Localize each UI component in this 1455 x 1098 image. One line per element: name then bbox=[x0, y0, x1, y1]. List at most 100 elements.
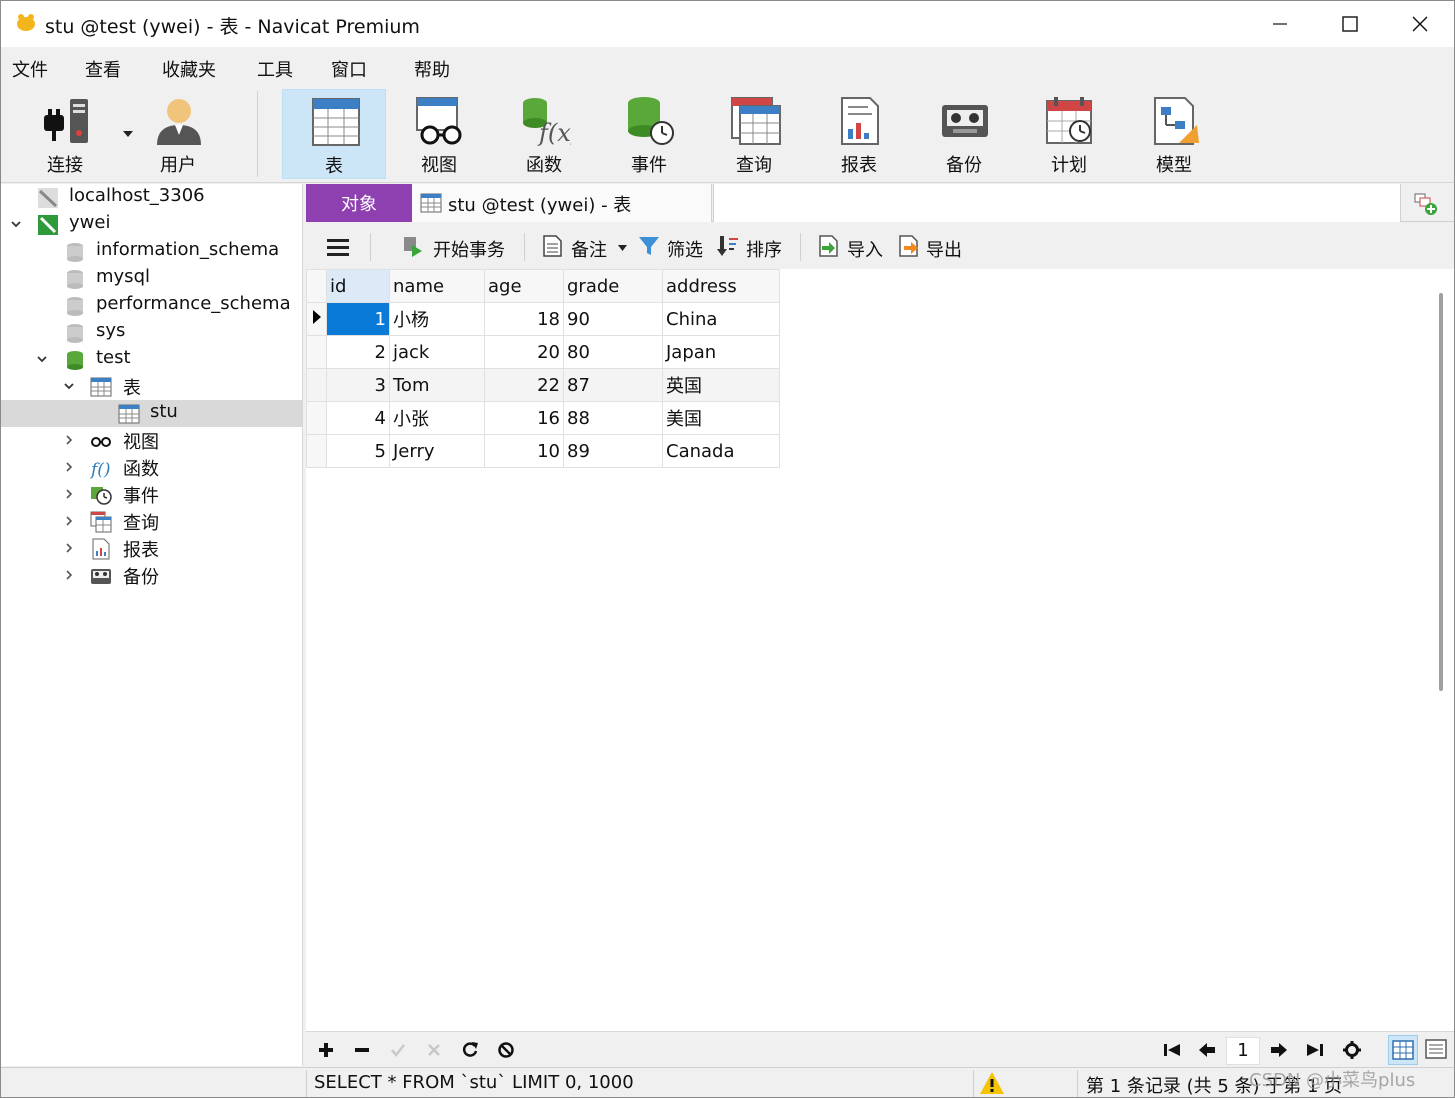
row-indicator[interactable] bbox=[306, 302, 327, 336]
grid-cell-age[interactable]: 18 bbox=[484, 302, 564, 336]
chevron-right-icon[interactable] bbox=[64, 462, 74, 472]
grid-cell-id[interactable]: 4 bbox=[326, 401, 390, 435]
table-button[interactable]: 表 bbox=[282, 89, 386, 179]
grid-cell-grade[interactable]: 80 bbox=[563, 335, 663, 369]
memo-button[interactable]: 备注 bbox=[571, 236, 607, 262]
grid-cell-grade[interactable]: 89 bbox=[563, 434, 663, 468]
maximize-button[interactable] bbox=[1315, 1, 1385, 47]
chevron-right-icon[interactable] bbox=[64, 489, 74, 499]
grid-cell-age[interactable]: 20 bbox=[484, 335, 564, 369]
backup-button[interactable]: 备份 bbox=[912, 89, 1016, 179]
table-row[interactable]: 3 Tom 22 87 英国 bbox=[306, 368, 780, 402]
user-button[interactable]: 用户 bbox=[126, 89, 230, 179]
sort-button[interactable]: 排序 bbox=[746, 236, 782, 262]
chevron-down-icon[interactable] bbox=[37, 354, 47, 364]
tab-stu-table[interactable]: stu @test (ywei) - 表 bbox=[412, 184, 712, 222]
view-button[interactable]: 视图 bbox=[387, 89, 491, 179]
grid-cell-age[interactable]: 16 bbox=[484, 401, 564, 435]
table-row[interactable]: 5 Jerry 10 89 Canada bbox=[306, 434, 780, 468]
table-row[interactable]: 1 小杨 18 90 China bbox=[306, 302, 780, 336]
grid-cell-name[interactable]: 小杨 bbox=[389, 302, 485, 336]
stop-button[interactable] bbox=[494, 1038, 518, 1062]
query-button[interactable]: 查询 bbox=[702, 89, 806, 179]
chevron-down-icon[interactable] bbox=[11, 219, 21, 229]
chevron-down-icon[interactable] bbox=[64, 381, 74, 391]
first-page-button[interactable] bbox=[1160, 1038, 1184, 1062]
tree-item-sys[interactable]: sys bbox=[1, 319, 302, 346]
menu-view[interactable]: 查看 bbox=[85, 56, 121, 82]
grid-cell-id[interactable]: 3 bbox=[326, 368, 390, 402]
grid-cell-id[interactable]: 5 bbox=[326, 434, 390, 468]
row-indicator[interactable] bbox=[306, 434, 327, 468]
previous-page-button[interactable] bbox=[1195, 1038, 1219, 1062]
row-indicator[interactable] bbox=[306, 368, 327, 402]
column-header-name[interactable]: name bbox=[389, 269, 485, 303]
filter-button[interactable]: 筛选 bbox=[667, 236, 703, 262]
chevron-right-icon[interactable] bbox=[64, 543, 74, 553]
delete-record-button[interactable] bbox=[350, 1038, 374, 1062]
grid-cell-address[interactable]: Canada bbox=[662, 434, 780, 468]
grid-cell-age[interactable]: 10 bbox=[484, 434, 564, 468]
grid-cell-name[interactable]: 小张 bbox=[389, 401, 485, 435]
add-record-button[interactable] bbox=[314, 1038, 338, 1062]
tree-item-ywei[interactable]: ywei bbox=[1, 211, 302, 238]
tree-item-queries[interactable]: 查询 bbox=[1, 508, 302, 535]
grid-cell-age[interactable]: 22 bbox=[484, 368, 564, 402]
minimize-button[interactable] bbox=[1245, 1, 1315, 47]
grid-cell-id[interactable]: 1 bbox=[326, 302, 390, 336]
tree-item-information-schema[interactable]: information_schema bbox=[1, 238, 302, 265]
warning-icon[interactable] bbox=[979, 1071, 1005, 1095]
row-indicator[interactable] bbox=[306, 335, 327, 369]
begin-transaction-button[interactable]: 开始事务 bbox=[433, 236, 505, 262]
chevron-right-icon[interactable] bbox=[64, 435, 74, 445]
row-indicator[interactable] bbox=[306, 401, 327, 435]
column-header-id[interactable]: id bbox=[326, 269, 390, 303]
tab-objects[interactable]: 对象 bbox=[306, 184, 412, 222]
event-button[interactable]: 事件 bbox=[597, 89, 701, 179]
grid-cell-grade[interactable]: 87 bbox=[563, 368, 663, 402]
grid-cell-address[interactable]: 美国 bbox=[662, 401, 780, 435]
refresh-button[interactable] bbox=[458, 1038, 482, 1062]
function-button[interactable]: f(x) 函数 bbox=[492, 89, 596, 179]
tree-item-test[interactable]: test bbox=[1, 346, 302, 373]
form-view-button[interactable] bbox=[1422, 1035, 1452, 1065]
column-header-grade[interactable]: grade bbox=[563, 269, 663, 303]
column-header-age[interactable]: age bbox=[484, 269, 564, 303]
report-button[interactable]: 报表 bbox=[807, 89, 911, 179]
menu-window[interactable]: 窗口 bbox=[331, 56, 367, 82]
grid-cell-address[interactable]: Japan bbox=[662, 335, 780, 369]
close-button[interactable] bbox=[1385, 1, 1454, 47]
chevron-down-icon[interactable] bbox=[618, 245, 627, 251]
tree-item-reports[interactable]: 报表 bbox=[1, 535, 302, 562]
page-number-input[interactable]: 1 bbox=[1226, 1037, 1260, 1065]
export-button[interactable]: 导出 bbox=[926, 236, 962, 262]
apply-changes-button[interactable] bbox=[386, 1038, 410, 1062]
table-row[interactable]: 4 小张 16 88 美国 bbox=[306, 401, 780, 435]
next-page-button[interactable] bbox=[1267, 1038, 1291, 1062]
import-button[interactable]: 导入 bbox=[847, 236, 883, 262]
tree-item-events[interactable]: 事件 bbox=[1, 481, 302, 508]
schedule-button[interactable]: 计划 bbox=[1017, 89, 1121, 179]
grid-cell-grade[interactable]: 90 bbox=[563, 302, 663, 336]
tree-item-tables[interactable]: 表 bbox=[1, 373, 302, 400]
menu-tools[interactable]: 工具 bbox=[257, 56, 293, 82]
menu-file[interactable]: 文件 bbox=[12, 56, 48, 82]
grid-cell-address[interactable]: China bbox=[662, 302, 780, 336]
grid-cell-name[interactable]: Tom bbox=[389, 368, 485, 402]
hamburger-menu-icon[interactable] bbox=[327, 238, 349, 256]
grid-cell-name[interactable]: Jerry bbox=[389, 434, 485, 468]
tree-item-stu[interactable]: stu bbox=[1, 400, 302, 427]
model-button[interactable]: 模型 bbox=[1122, 89, 1226, 179]
tree-item-views[interactable]: 视图 bbox=[1, 427, 302, 454]
connect-button[interactable]: 连接 bbox=[13, 89, 133, 179]
menu-favorites[interactable]: 收藏夹 bbox=[162, 56, 216, 82]
tree-item-performance-schema[interactable]: performance_schema bbox=[1, 292, 302, 319]
menu-help[interactable]: 帮助 bbox=[414, 56, 450, 82]
discard-changes-button[interactable] bbox=[422, 1038, 446, 1062]
tree-item-localhost[interactable]: localhost_3306 bbox=[1, 184, 302, 211]
column-header-address[interactable]: address bbox=[662, 269, 780, 303]
vertical-scrollbar[interactable] bbox=[1439, 293, 1443, 691]
grid-cell-name[interactable]: jack bbox=[389, 335, 485, 369]
grid-view-button[interactable] bbox=[1388, 1035, 1418, 1065]
tree-item-backups[interactable]: 备份 bbox=[1, 562, 302, 589]
